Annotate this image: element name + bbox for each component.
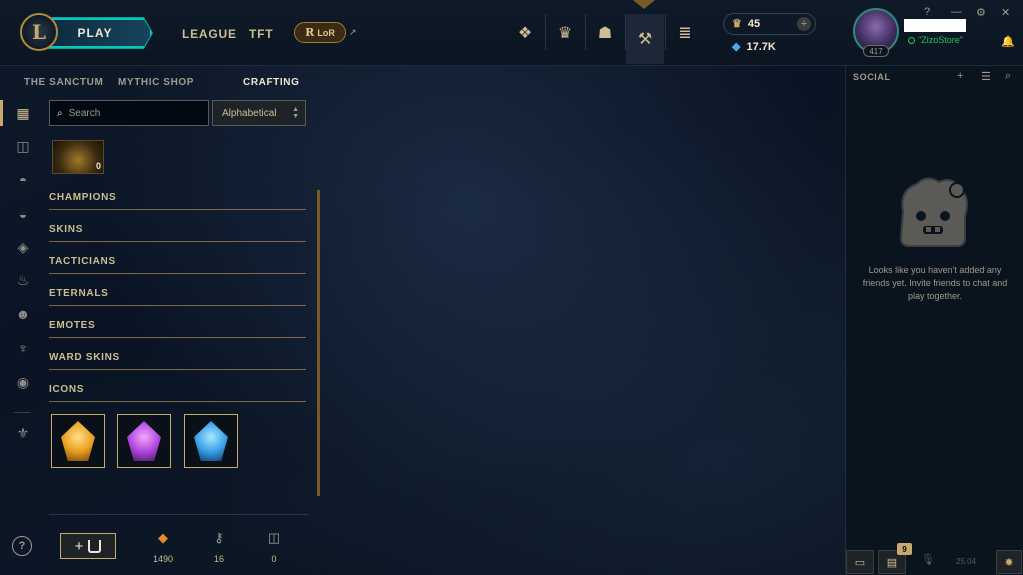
rail-divider [14, 412, 30, 413]
chest-small-icon: ◫ [267, 530, 281, 545]
hextech-chest-item[interactable]: 0 [52, 140, 104, 174]
ranked-icon[interactable]: ♛ [546, 16, 584, 50]
lor-label: LoR [317, 27, 335, 38]
category-ward-skins[interactable]: WARD SKINS [49, 348, 306, 370]
be-balance: ◆ 17.7K [732, 40, 776, 54]
search-placeholder: Search [68, 107, 101, 119]
chest-count: 0 [95, 161, 101, 171]
buy-rp-plus-icon[interactable]: + [797, 17, 811, 31]
social-title: SOCIAL [853, 72, 891, 82]
flame-icon[interactable]: ♨ [14, 271, 32, 289]
crafting-hammer-icon[interactable]: ⚒ [626, 14, 664, 64]
rail-active-indicator [0, 100, 3, 126]
hextech-icon[interactable]: ⚜ [14, 424, 32, 442]
online-status-icon [908, 36, 915, 44]
category-eternals[interactable]: ETERNALS [49, 284, 306, 306]
add-friend-icon[interactable]: + [957, 70, 963, 82]
poro-illustration-icon [899, 177, 968, 247]
rp-balance: ♛ 45 [732, 17, 761, 31]
chat-icon[interactable]: ▭ [846, 550, 874, 574]
rp-icon: ♛ [732, 18, 742, 30]
bell-icon[interactable]: 🔔 [1001, 35, 1015, 48]
category-icons[interactable]: ICONS [49, 380, 306, 402]
close-icon[interactable]: ✕ [1001, 6, 1010, 19]
chest-outline-icon [88, 539, 102, 553]
rp-value: 45 [747, 17, 761, 30]
chest-counter: ◫ 0 [254, 530, 294, 564]
social-panel [845, 66, 1023, 575]
orange-essence-icon: ◆ [158, 530, 168, 545]
nav-league[interactable]: LEAGUE [182, 27, 237, 41]
lor-button[interactable]: R LoR [294, 22, 346, 43]
list-view-icon[interactable]: ☰ [981, 70, 991, 83]
sort-dropdown[interactable]: Alphabetical ▲ ▼ [212, 100, 306, 126]
category-skins[interactable]: SKINS [49, 220, 306, 242]
status-text: "ZizoStore" [918, 35, 963, 45]
category-emotes[interactable]: EMOTES [49, 316, 306, 338]
gold-icon-tile[interactable] [51, 414, 105, 468]
microphone-icon[interactable]: 🎙 [921, 553, 935, 566]
clash-icon[interactable]: ❖ [506, 16, 544, 50]
ward-icon[interactable]: ♆ [14, 339, 32, 357]
mask-icon[interactable]: ◒ [14, 205, 32, 223]
notifications-count-badge: 9 [897, 543, 912, 555]
sort-chevron-icon: ▲ ▼ [292, 106, 299, 120]
eternal-icon[interactable]: ◈ [14, 238, 32, 256]
store-bag-icon[interactable]: ☗ [586, 16, 624, 50]
search-input[interactable]: ⌕ Search [49, 100, 209, 126]
emote-icon[interactable]: ☻ [14, 305, 32, 323]
plus-icon: + [74, 537, 84, 555]
version-label: 25.04 [956, 557, 977, 566]
orange-essence-counter: ◆ 1490 [143, 530, 183, 564]
purple-icon-tile[interactable] [117, 414, 171, 468]
active-tab-indicator [633, 0, 655, 9]
external-link-icon: ↗ [349, 27, 357, 37]
sort-value: Alphabetical [222, 107, 277, 119]
search-icon: ⌕ [57, 107, 63, 119]
social-search-icon[interactable]: ⌕ [1005, 70, 1011, 83]
gold-gem-icon [61, 421, 95, 461]
summoner-name-redacted [904, 19, 966, 32]
tab-mythic-shop[interactable]: MYTHIC SHOP [118, 77, 194, 88]
be-value: 17.7K [746, 40, 776, 53]
blue-icon-tile[interactable] [184, 414, 238, 468]
tab-crafting[interactable]: CRAFTING [243, 77, 299, 88]
purple-gem-icon [127, 421, 161, 461]
bottom-divider [49, 514, 309, 515]
chest-value: 0 [271, 554, 277, 564]
settings-gear-icon[interactable]: ⚙ [976, 6, 986, 19]
craft-key-button[interactable]: + [60, 533, 116, 559]
grid-icon[interactable]: ▦ [14, 104, 32, 122]
league-logo-icon[interactable]: L [20, 13, 58, 51]
tab-the-sanctum[interactable]: THE SANCTUM [24, 77, 103, 88]
logo-letter: L [31, 20, 47, 44]
level-badge: 417 [863, 45, 889, 57]
category-tacticians[interactable]: TACTICIANS [49, 252, 306, 274]
key-icon: ⚷ [214, 530, 224, 545]
category-champions[interactable]: CHAMPIONS [49, 188, 306, 210]
chest-icon[interactable]: ◫ [14, 137, 32, 155]
profile-icon[interactable]: ◉ [14, 373, 32, 391]
lor-r-icon: R [305, 26, 315, 39]
key-counter: ⚷ 16 [199, 530, 239, 564]
key-value: 16 [213, 554, 224, 564]
helmet-icon[interactable]: ◓ [14, 171, 32, 189]
orange-essence-value: 1490 [152, 554, 174, 564]
status-message[interactable]: "ZizoStore" [908, 35, 963, 45]
bug-report-icon[interactable]: ✸ [996, 550, 1022, 574]
empty-friends-message: Looks like you haven't added any friends… [862, 265, 1008, 301]
blue-gem-icon [194, 421, 228, 461]
help-button[interactable]: ? [12, 536, 32, 556]
nav-tft[interactable]: TFT [249, 27, 273, 41]
help-icon[interactable]: ? [924, 6, 930, 18]
minimize-icon[interactable]: — [951, 6, 962, 18]
be-icon: ◆ [732, 41, 741, 53]
loot-scrollbar[interactable] [317, 190, 320, 496]
collection-coins-icon[interactable]: ≣ [666, 16, 704, 50]
